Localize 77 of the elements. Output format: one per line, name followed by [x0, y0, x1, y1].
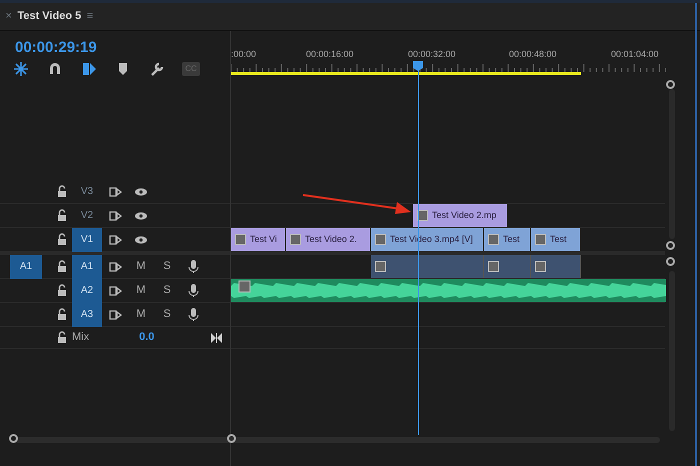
ruler-label: 00:01:04:00 — [611, 48, 659, 61]
track-target[interactable]: A2 — [72, 278, 102, 302]
video-clip[interactable]: Test Video 2.mp — [413, 204, 508, 227]
track-label: Mix — [72, 330, 90, 346]
mute-button[interactable]: M — [128, 258, 154, 275]
nest-sequence-icon[interactable] — [13, 60, 29, 76]
scroll-handle[interactable] — [666, 80, 675, 89]
lock-icon[interactable] — [56, 233, 68, 246]
audio-clip[interactable] — [531, 255, 581, 278]
timecode[interactable]: 00:00:29:19 — [15, 37, 97, 60]
volume-value[interactable]: 0.0 — [139, 329, 154, 346]
video-clip[interactable]: Test — [531, 228, 581, 251]
video-clip[interactable]: Test Video 3.mp4 [V] — [371, 228, 484, 251]
panel-tab[interactable]: Test Video 5 — [17, 8, 82, 25]
solo-button[interactable]: S — [154, 282, 180, 299]
clip-name: Test — [550, 232, 567, 246]
microphone-icon[interactable] — [188, 308, 198, 322]
sync-lock-icon[interactable] — [108, 210, 122, 222]
lock-icon[interactable] — [56, 260, 68, 273]
mute-button[interactable]: M — [128, 306, 154, 323]
fx-icon — [535, 234, 546, 245]
track-target[interactable]: V3 — [72, 180, 102, 204]
lock-icon[interactable] — [56, 284, 68, 297]
scroll-handle[interactable] — [227, 434, 236, 443]
solo-button[interactable]: S — [154, 306, 180, 323]
fx-icon — [235, 234, 246, 245]
fx-icon — [375, 261, 386, 272]
track-target[interactable]: A1 — [72, 254, 102, 278]
clip-name: Test — [503, 232, 520, 246]
mute-button[interactable]: M — [128, 282, 154, 299]
magnet-icon[interactable] — [47, 60, 63, 76]
fx-icon — [375, 234, 386, 245]
audio-waveform-clip[interactable] — [231, 279, 666, 302]
ruler-label: 00:00:16:00 — [306, 48, 354, 61]
eye-icon[interactable] — [134, 186, 148, 196]
video-clip[interactable]: Test Video 2. — [286, 228, 371, 251]
sync-lock-icon[interactable] — [108, 186, 122, 198]
track-target[interactable]: V2 — [72, 204, 102, 228]
fx-icon — [535, 261, 546, 272]
close-button[interactable]: × — [6, 8, 12, 25]
fx-icon — [417, 210, 428, 221]
lock-icon[interactable] — [56, 331, 68, 344]
track-target[interactable]: A3 — [72, 302, 102, 326]
fx-icon — [290, 234, 301, 245]
linked-selection-icon[interactable] — [81, 60, 97, 76]
eye-icon[interactable] — [134, 210, 148, 220]
sync-lock-icon[interactable] — [108, 284, 122, 296]
eye-icon[interactable] — [134, 234, 148, 244]
scroll-handle[interactable] — [9, 434, 18, 443]
audio-clip[interactable] — [371, 255, 484, 278]
lock-icon[interactable] — [56, 185, 68, 198]
microphone-icon[interactable] — [188, 260, 198, 274]
ruler-label: 00:00:32:00 — [408, 48, 456, 61]
ruler-label: :00:00 — [231, 48, 256, 61]
microphone-icon[interactable] — [188, 284, 198, 298]
clip-name: Test Video 2.mp — [432, 208, 496, 222]
video-clip[interactable]: Test — [484, 228, 531, 251]
fx-icon — [488, 234, 499, 245]
source-patch[interactable]: A1 — [10, 254, 42, 278]
vertical-scrollbar[interactable] — [669, 89, 675, 239]
bowtie-icon[interactable] — [211, 332, 222, 342]
fx-icon — [488, 261, 499, 272]
audio-clip[interactable] — [484, 255, 531, 278]
video-clip[interactable]: Test Vi — [231, 228, 286, 251]
panel-menu-button[interactable]: ≡ — [86, 8, 94, 25]
sync-lock-icon[interactable] — [108, 260, 122, 272]
sync-lock-icon[interactable] — [108, 308, 122, 320]
ruler-label: 00:00:48:00 — [509, 48, 557, 61]
wrench-icon[interactable] — [149, 60, 165, 76]
track-target[interactable]: V1 — [72, 228, 102, 252]
lock-icon[interactable] — [56, 209, 68, 222]
clip-name: Test Vi — [250, 232, 277, 246]
sync-lock-icon[interactable] — [108, 234, 122, 246]
clip-name: Test Video 2. — [305, 232, 357, 246]
lock-icon[interactable] — [56, 308, 68, 321]
solo-button[interactable]: S — [154, 258, 180, 275]
clip-name: Test Video 3.mp4 [V] — [390, 232, 473, 246]
